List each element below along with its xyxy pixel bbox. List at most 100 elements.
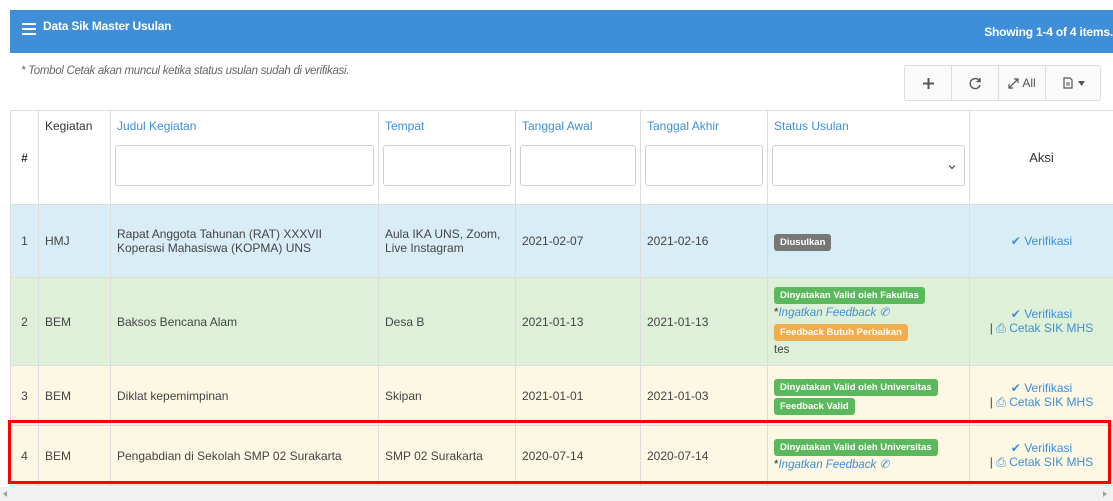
table-row: 4 BEM Pengabdian di Sekolah SMP 02 Surak… bbox=[10, 425, 1113, 486]
scroll-left-icon[interactable] bbox=[3, 491, 7, 497]
print-sik-link[interactable]: | ⎙ Cetak SIK MHS bbox=[976, 455, 1107, 470]
row-aksi: ✔ Verifikasi | ⎙ Cetak SIK MHS bbox=[969, 425, 1113, 486]
col-status: Status Usulan bbox=[767, 110, 970, 205]
feedback-badge: Feedback Valid bbox=[774, 397, 855, 415]
row-number: 3 bbox=[10, 365, 39, 426]
row-judul: Pengabdian di Sekolah SMP 02 Surakarta bbox=[110, 425, 379, 486]
row-tanggal-awal: 2021-01-01 bbox=[515, 365, 641, 426]
feedback-badge: Feedback Butuh Perbaikan bbox=[774, 323, 908, 341]
export-button[interactable] bbox=[1046, 66, 1100, 100]
add-button[interactable] bbox=[905, 66, 952, 100]
row-number: 4 bbox=[10, 425, 39, 486]
row-tanggal-akhir: 2021-02-16 bbox=[640, 204, 768, 278]
header-row: # Kegiatan Judul Kegiatan Tempat Tanggal… bbox=[10, 110, 1113, 205]
refresh-icon bbox=[969, 77, 981, 89]
sort-judul-link[interactable]: Judul Kegiatan bbox=[115, 119, 374, 139]
filter-tempat-input[interactable] bbox=[383, 145, 511, 186]
all-label: All bbox=[1022, 76, 1036, 90]
row-kegiatan: BEM bbox=[38, 425, 111, 486]
export-icon bbox=[1062, 77, 1073, 89]
col-kegiatan: Kegiatan bbox=[38, 110, 111, 205]
horizontal-scrollbar[interactable] bbox=[0, 487, 1113, 501]
sort-tanggal-akhir-link[interactable]: Tanggal Akhir bbox=[645, 119, 763, 139]
panel-title: Data Sik Master Usulan bbox=[43, 19, 172, 33]
print-icon: ⎙ bbox=[996, 455, 1006, 469]
col-tanggal-akhir: Tanggal Akhir bbox=[640, 110, 768, 205]
col-tempat: Tempat bbox=[378, 110, 516, 205]
row-tempat: SMP 02 Surakarta bbox=[378, 425, 516, 486]
table-row: 1 HMJ Rapat Anggota Tahunan (RAT) XXXVII… bbox=[10, 204, 1113, 278]
feedback-reminder-link[interactable]: *Ingatkan Feedback ✆ bbox=[774, 304, 963, 322]
status-badge: Dinyatakan Valid oleh Fakultas bbox=[774, 286, 925, 304]
row-judul: Diklat kepemimpinan bbox=[110, 365, 379, 426]
print-note: * Tombol Cetak akan muncul ketika status… bbox=[21, 65, 350, 77]
sort-status-link[interactable]: Status Usulan bbox=[772, 119, 965, 139]
row-tempat: Skipan bbox=[378, 365, 516, 426]
verify-label: Verifikasi bbox=[1024, 234, 1073, 248]
feedback-reminder-label: Ingatkan Feedback bbox=[778, 306, 877, 319]
filter-judul-input[interactable] bbox=[115, 145, 374, 186]
row-tanggal-awal: 2021-02-07 bbox=[515, 204, 641, 278]
chevron-down-icon bbox=[948, 165, 956, 170]
col-tanggal-awal: Tanggal Awal bbox=[515, 110, 641, 205]
feedback-reminder-label: Ingatkan Feedback bbox=[778, 459, 877, 471]
status-badge: Dinyatakan Valid oleh Universitas bbox=[774, 378, 938, 396]
verify-link[interactable]: ✔ Verifikasi bbox=[976, 307, 1107, 321]
whatsapp-icon: ✆ bbox=[879, 459, 890, 471]
print-icon: ⎙ bbox=[996, 321, 1006, 335]
scroll-right-icon[interactable] bbox=[1103, 491, 1107, 497]
whatsapp-icon: ✆ bbox=[879, 306, 890, 319]
row-tanggal-akhir: 2021-01-13 bbox=[640, 277, 768, 366]
filter-status-select[interactable] bbox=[772, 145, 965, 186]
verify-link[interactable]: ✔ Verifikasi bbox=[976, 441, 1107, 455]
col-number: # bbox=[10, 110, 39, 205]
plus-icon bbox=[922, 77, 934, 89]
print-label: Cetak SIK MHS bbox=[1009, 395, 1094, 409]
row-number: 2 bbox=[10, 277, 39, 366]
feedback-note: tes bbox=[774, 343, 790, 356]
print-sik-link[interactable]: | ⎙ Cetak SIK MHS bbox=[976, 321, 1107, 336]
row-status: Dinyatakan Valid oleh Fakultas *Ingatkan… bbox=[767, 277, 970, 366]
expand-icon bbox=[1008, 77, 1019, 89]
status-badge: Diusulkan bbox=[774, 233, 832, 251]
row-tanggal-awal: 2021-01-13 bbox=[515, 277, 641, 366]
verify-link[interactable]: ✔ Verifikasi bbox=[976, 234, 1107, 248]
check-icon: ✔ bbox=[1010, 381, 1021, 395]
col-aksi: Aksi bbox=[969, 110, 1113, 205]
list-icon bbox=[22, 23, 36, 35]
sort-tanggal-awal-link[interactable]: Tanggal Awal bbox=[520, 119, 636, 139]
check-icon: ✔ bbox=[1010, 234, 1021, 248]
sort-tempat-link[interactable]: Tempat bbox=[383, 119, 511, 139]
col-judul: Judul Kegiatan bbox=[110, 110, 379, 205]
row-tanggal-akhir: 2020-07-14 bbox=[640, 425, 768, 486]
row-tanggal-awal: 2020-07-14 bbox=[515, 425, 641, 486]
row-aksi: ✔ Verifikasi bbox=[969, 204, 1113, 278]
print-sik-link[interactable]: | ⎙ Cetak SIK MHS bbox=[976, 395, 1107, 410]
row-judul: Baksos Bencana Alam bbox=[110, 277, 379, 366]
row-status: Dinyatakan Valid oleh Universitas *Ingat… bbox=[767, 425, 970, 486]
row-tanggal-akhir: 2021-01-03 bbox=[640, 365, 768, 426]
refresh-button[interactable] bbox=[952, 66, 999, 100]
filter-tanggal-akhir-input[interactable] bbox=[645, 145, 763, 186]
verify-label: Verifikasi bbox=[1024, 441, 1073, 455]
caret-down-icon bbox=[1077, 80, 1085, 86]
table-row: 3 BEM Diklat kepemimpinan Skipan 2021-01… bbox=[10, 365, 1113, 426]
check-icon: ✔ bbox=[1010, 307, 1021, 321]
table-row: 2 BEM Baksos Bencana Alam Desa B 2021-01… bbox=[10, 277, 1113, 366]
row-tempat: Desa B bbox=[378, 277, 516, 366]
row-kegiatan: BEM bbox=[38, 365, 111, 426]
row-kegiatan: BEM bbox=[38, 277, 111, 366]
pagination-summary: Showing 1-4 of 4 items. bbox=[984, 25, 1113, 39]
print-label: Cetak SIK MHS bbox=[1009, 455, 1094, 469]
verify-link[interactable]: ✔ Verifikasi bbox=[976, 381, 1107, 395]
status-badge: Dinyatakan Valid oleh Universitas bbox=[774, 439, 938, 456]
filter-tanggal-awal-input[interactable] bbox=[520, 145, 636, 186]
row-judul: Rapat Anggota Tahunan (RAT) XXXVII Koper… bbox=[110, 204, 379, 278]
show-all-button[interactable]: All bbox=[999, 66, 1046, 100]
panel-heading: Data Sik Master Usulan Showing 1-4 of 4 … bbox=[10, 10, 1113, 53]
print-label: Cetak SIK MHS bbox=[1009, 321, 1094, 335]
feedback-reminder-link[interactable]: *Ingatkan Feedback ✆ bbox=[774, 456, 963, 474]
check-icon: ✔ bbox=[1010, 441, 1021, 455]
usulan-table: # Kegiatan Judul Kegiatan Tempat Tanggal… bbox=[10, 110, 1113, 486]
print-icon: ⎙ bbox=[996, 395, 1006, 409]
